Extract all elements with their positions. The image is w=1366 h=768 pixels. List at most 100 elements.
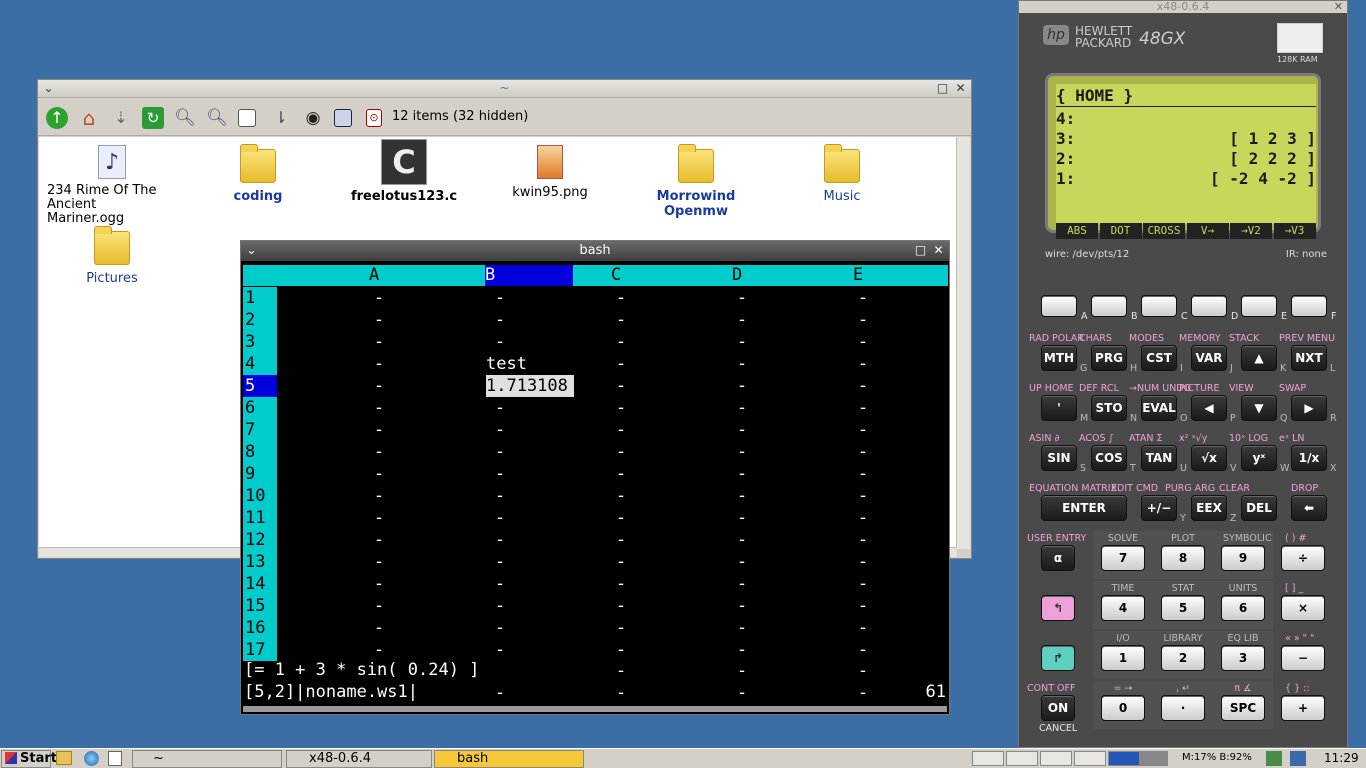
key-EEX[interactable]: EEX [1191, 495, 1227, 521]
folder-item[interactable]: coding [193, 144, 323, 204]
softkey-d[interactable] [1191, 295, 1227, 317]
key-√x[interactable]: √x [1191, 445, 1227, 471]
cell[interactable]: - [490, 287, 510, 309]
key-EVAL[interactable]: EVAL [1141, 395, 1177, 421]
browser-launcher-icon[interactable] [84, 751, 99, 766]
up-icon[interactable]: ↑ [46, 107, 68, 129]
cell[interactable]: - [611, 573, 631, 595]
zoom-out-icon[interactable]: 🔍︎ [206, 107, 228, 129]
cell[interactable]: - [611, 595, 631, 617]
cell[interactable]: - [611, 485, 631, 507]
key-·[interactable]: · [1161, 695, 1205, 721]
cell[interactable]: - [369, 463, 389, 485]
row-header[interactable]: 13 [243, 551, 277, 573]
pager-cell[interactable] [1074, 751, 1106, 766]
cell[interactable]: - [611, 463, 631, 485]
row-header[interactable]: 9 [243, 463, 277, 485]
cell[interactable]: - [369, 375, 389, 397]
close-icon[interactable]: ✕ [954, 82, 967, 95]
key-3[interactable]: 3 [1221, 645, 1265, 671]
key-TAN[interactable]: TAN [1141, 445, 1177, 471]
key-−[interactable]: − [1281, 645, 1325, 671]
cell[interactable]: - [853, 375, 873, 397]
task-button[interactable]: x48-0.6.4 [286, 750, 432, 768]
show-hidden-icon[interactable]: ◉ [302, 107, 324, 129]
key-left-3[interactable]: ON [1041, 695, 1075, 721]
cell[interactable]: - [732, 287, 752, 309]
pager-cell[interactable] [1006, 751, 1038, 766]
cell[interactable]: - [490, 309, 510, 331]
key-5[interactable]: 5 [1161, 595, 1205, 621]
cell[interactable]: - [611, 529, 631, 551]
cell[interactable]: - [611, 419, 631, 441]
cell[interactable]: - [611, 441, 631, 463]
pager-cell-active[interactable] [1108, 751, 1140, 766]
column-header[interactable]: A [369, 265, 389, 286]
column-header[interactable]: B [485, 265, 573, 286]
cell[interactable]: - [369, 529, 389, 551]
maximize-icon[interactable]: □ [936, 82, 949, 95]
cell[interactable]: - [369, 639, 389, 661]
cell[interactable]: - [490, 485, 510, 507]
cell[interactable]: - [732, 507, 752, 529]
key-÷[interactable]: ÷ [1281, 545, 1325, 571]
cell[interactable]: - [490, 573, 510, 595]
key-+[interactable]: + [1281, 695, 1325, 721]
row-header[interactable]: 5 [243, 375, 277, 397]
key-2[interactable]: 2 [1161, 645, 1205, 671]
cell[interactable]: - [853, 309, 873, 331]
cell[interactable]: - [732, 375, 752, 397]
titlebar[interactable]: x48-0.6.4 ✕ [1019, 1, 1347, 13]
folder-item[interactable]: Music [777, 144, 907, 204]
key-7[interactable]: 7 [1101, 545, 1145, 571]
cell[interactable]: - [490, 595, 510, 617]
key-SIN[interactable]: SIN [1041, 445, 1077, 471]
cell[interactable]: - [369, 551, 389, 573]
sort-icon[interactable]: ⇂ [270, 107, 292, 129]
cell[interactable]: - [732, 639, 752, 661]
cell[interactable]: - [369, 441, 389, 463]
cell[interactable]: - [369, 595, 389, 617]
row-header[interactable]: 8 [243, 441, 277, 463]
key-⬅[interactable]: ⬅ [1291, 495, 1327, 521]
key-MTH[interactable]: MTH [1041, 345, 1077, 371]
file-item[interactable]: ♪ 234 Rime Of The Ancient Mariner.ogg [47, 145, 177, 226]
cell[interactable]: - [853, 595, 873, 617]
network-icon[interactable] [1266, 751, 1282, 766]
cell[interactable]: - [732, 397, 752, 419]
cell[interactable]: - [611, 639, 631, 661]
softkey-a[interactable] [1041, 295, 1077, 317]
key-SPC[interactable]: SPC [1221, 695, 1265, 721]
titlebar[interactable]: ⌄ ~ □ ✕ [38, 80, 971, 98]
cell[interactable]: - [490, 419, 510, 441]
key-'[interactable]: ' [1041, 395, 1077, 421]
spreadsheet[interactable]: A B C D E 1- - - - -2- - - - -3- - - - -4- test - - -5-1.7131… [241, 241, 949, 703]
key-▼[interactable]: ▼ [1241, 395, 1277, 421]
cell[interactable]: - [490, 639, 510, 661]
row-header[interactable]: 17 [243, 639, 277, 661]
cell[interactable]: - [732, 419, 752, 441]
cell[interactable]: - [490, 331, 510, 353]
cell[interactable]: - [369, 573, 389, 595]
row-header[interactable]: 4 [243, 353, 277, 375]
cell[interactable]: - [732, 551, 752, 573]
key-◀[interactable]: ◀ [1191, 395, 1227, 421]
file-item[interactable]: kwin95.png [485, 145, 615, 200]
cell[interactable]: - [369, 397, 389, 419]
cell[interactable]: - [611, 375, 631, 397]
cell[interactable]: - [611, 507, 631, 529]
key-9[interactable]: 9 [1221, 545, 1265, 571]
cell[interactable]: - [732, 617, 752, 639]
row-header[interactable]: 11 [243, 507, 277, 529]
cell[interactable]: - [853, 639, 873, 661]
pager-cell[interactable] [1140, 751, 1168, 766]
cell[interactable]: - [853, 353, 873, 375]
cell[interactable]: - [853, 573, 873, 595]
key-PRG[interactable]: PRG [1091, 345, 1127, 371]
key-COS[interactable]: COS [1091, 445, 1127, 471]
cell[interactable]: - [369, 485, 389, 507]
cell[interactable]: - [853, 419, 873, 441]
cell[interactable]: - [853, 397, 873, 419]
cell[interactable]: - [611, 353, 631, 375]
folder-item[interactable]: Morrowind Openmw [631, 144, 761, 219]
